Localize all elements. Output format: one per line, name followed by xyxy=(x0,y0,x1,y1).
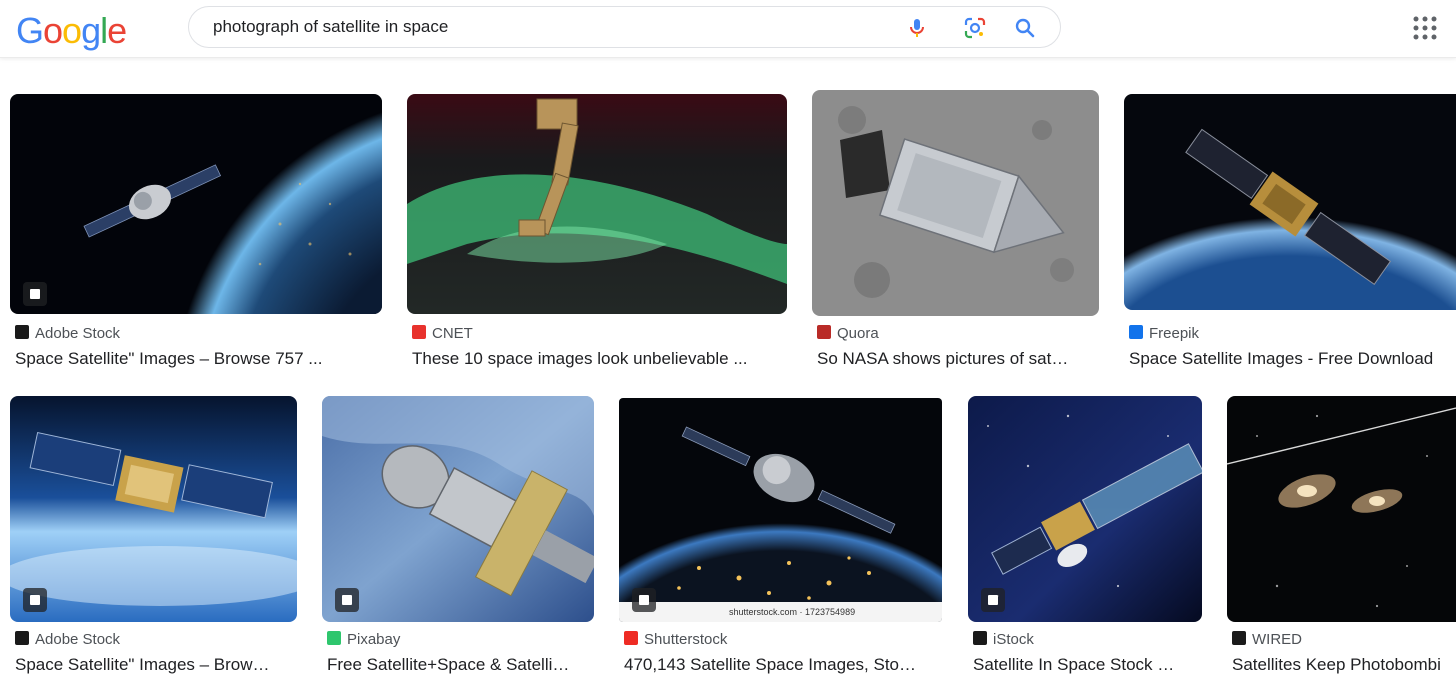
result-title[interactable]: Space Satellite" Images – Browse 757 ... xyxy=(15,349,375,369)
result-thumbnail[interactable] xyxy=(1227,396,1456,622)
logo-letter: o xyxy=(43,10,63,51)
cnet-icon xyxy=(412,325,426,339)
image-result-card[interactable]: iStock Satellite In Space Stock … xyxy=(968,396,1202,680)
result-title[interactable]: Space Satellite" Images – Brow… xyxy=(15,655,297,675)
camera-lens-icon[interactable] xyxy=(963,16,987,40)
result-title[interactable]: Satellites Keep Photobombi xyxy=(1232,655,1456,675)
image-watermark: shutterstock.com · 1723754989 xyxy=(729,607,856,617)
result-title[interactable]: 470,143 Satellite Space Images, Sto… xyxy=(624,655,942,675)
image-result-card[interactable]: Adobe Stock Space Satellite" Images – Br… xyxy=(10,396,297,680)
source-name: Quora xyxy=(837,325,879,342)
result-title[interactable]: So NASA shows pictures of sat… xyxy=(817,349,1099,369)
result-thumbnail[interactable] xyxy=(619,398,942,622)
adobe-stock-icon xyxy=(15,631,29,645)
image-badge-icon xyxy=(632,588,656,612)
search-icon[interactable] xyxy=(1013,16,1037,40)
image-result-card[interactable]: CNET These 10 space images look unbeliev… xyxy=(407,94,787,374)
logo-letter: G xyxy=(16,10,44,51)
search-input[interactable] xyxy=(213,16,873,38)
source-name: WIRED xyxy=(1252,631,1302,648)
freepik-icon xyxy=(1129,325,1143,339)
wired-icon xyxy=(1232,631,1246,645)
shutterstock-icon xyxy=(624,631,638,645)
result-title[interactable]: Satellite In Space Stock … xyxy=(973,655,1202,675)
result-source: CNET xyxy=(412,325,473,342)
adobe-stock-icon xyxy=(15,325,29,339)
result-source: WIRED xyxy=(1232,631,1302,648)
image-result-card[interactable]: Quora So NASA shows pictures of sat… xyxy=(812,90,1099,374)
source-name: Shutterstock xyxy=(644,631,728,648)
result-thumbnail[interactable] xyxy=(10,94,382,314)
result-source: iStock xyxy=(973,631,1034,648)
image-result-card[interactable]: Pixabay Free Satellite+Space & Satelli… xyxy=(322,396,594,680)
source-name: Pixabay xyxy=(347,631,401,648)
image-result-card[interactable]: shutterstock.com · 1723754989 Shuttersto… xyxy=(619,398,942,680)
image-result-card[interactable]: WIRED Satellites Keep Photobombi xyxy=(1227,396,1456,680)
google-logo[interactable]: Google xyxy=(16,10,127,52)
logo-letter: l xyxy=(100,10,108,51)
image-badge-icon xyxy=(335,588,359,612)
result-title[interactable]: These 10 space images look unbelievable … xyxy=(412,349,782,369)
result-source: Freepik xyxy=(1129,325,1199,342)
result-source: Shutterstock xyxy=(624,631,727,648)
logo-letter: o xyxy=(62,10,82,51)
apps-grid-icon[interactable] xyxy=(1412,15,1438,41)
source-name: Adobe Stock xyxy=(35,631,121,648)
search-box[interactable] xyxy=(188,6,1061,48)
image-result-card[interactable]: Adobe Stock Space Satellite" Images – Br… xyxy=(10,94,382,374)
result-source: Quora xyxy=(817,325,879,342)
source-name: Freepik xyxy=(1149,325,1200,342)
microphone-icon[interactable] xyxy=(905,16,929,40)
result-thumbnail[interactable] xyxy=(10,396,297,622)
source-name: CNET xyxy=(432,325,473,342)
result-thumbnail[interactable] xyxy=(407,94,787,314)
result-title[interactable]: Free Satellite+Space & Satelli… xyxy=(327,655,594,675)
result-source: Pixabay xyxy=(327,631,400,648)
istock-icon xyxy=(973,631,987,645)
result-thumbnail[interactable] xyxy=(812,90,1099,316)
quora-icon xyxy=(817,325,831,339)
result-thumbnail[interactable] xyxy=(1124,94,1456,310)
image-badge-icon xyxy=(981,588,1005,612)
logo-letter: g xyxy=(81,10,101,51)
result-source: Adobe Stock xyxy=(15,631,120,648)
image-badge-icon xyxy=(23,282,47,306)
image-badge-icon xyxy=(23,588,47,612)
logo-letter: e xyxy=(107,10,127,51)
image-result-card[interactable]: Freepik Space Satellite Images - Free Do… xyxy=(1124,94,1456,374)
source-name: iStock xyxy=(993,631,1034,648)
source-name: Adobe Stock xyxy=(35,325,121,342)
pixabay-icon xyxy=(327,631,341,645)
top-header: Google xyxy=(0,0,1456,58)
result-title[interactable]: Space Satellite Images - Free Download xyxy=(1129,349,1456,369)
result-thumbnail[interactable] xyxy=(322,396,594,622)
result-source: Adobe Stock xyxy=(15,325,120,342)
